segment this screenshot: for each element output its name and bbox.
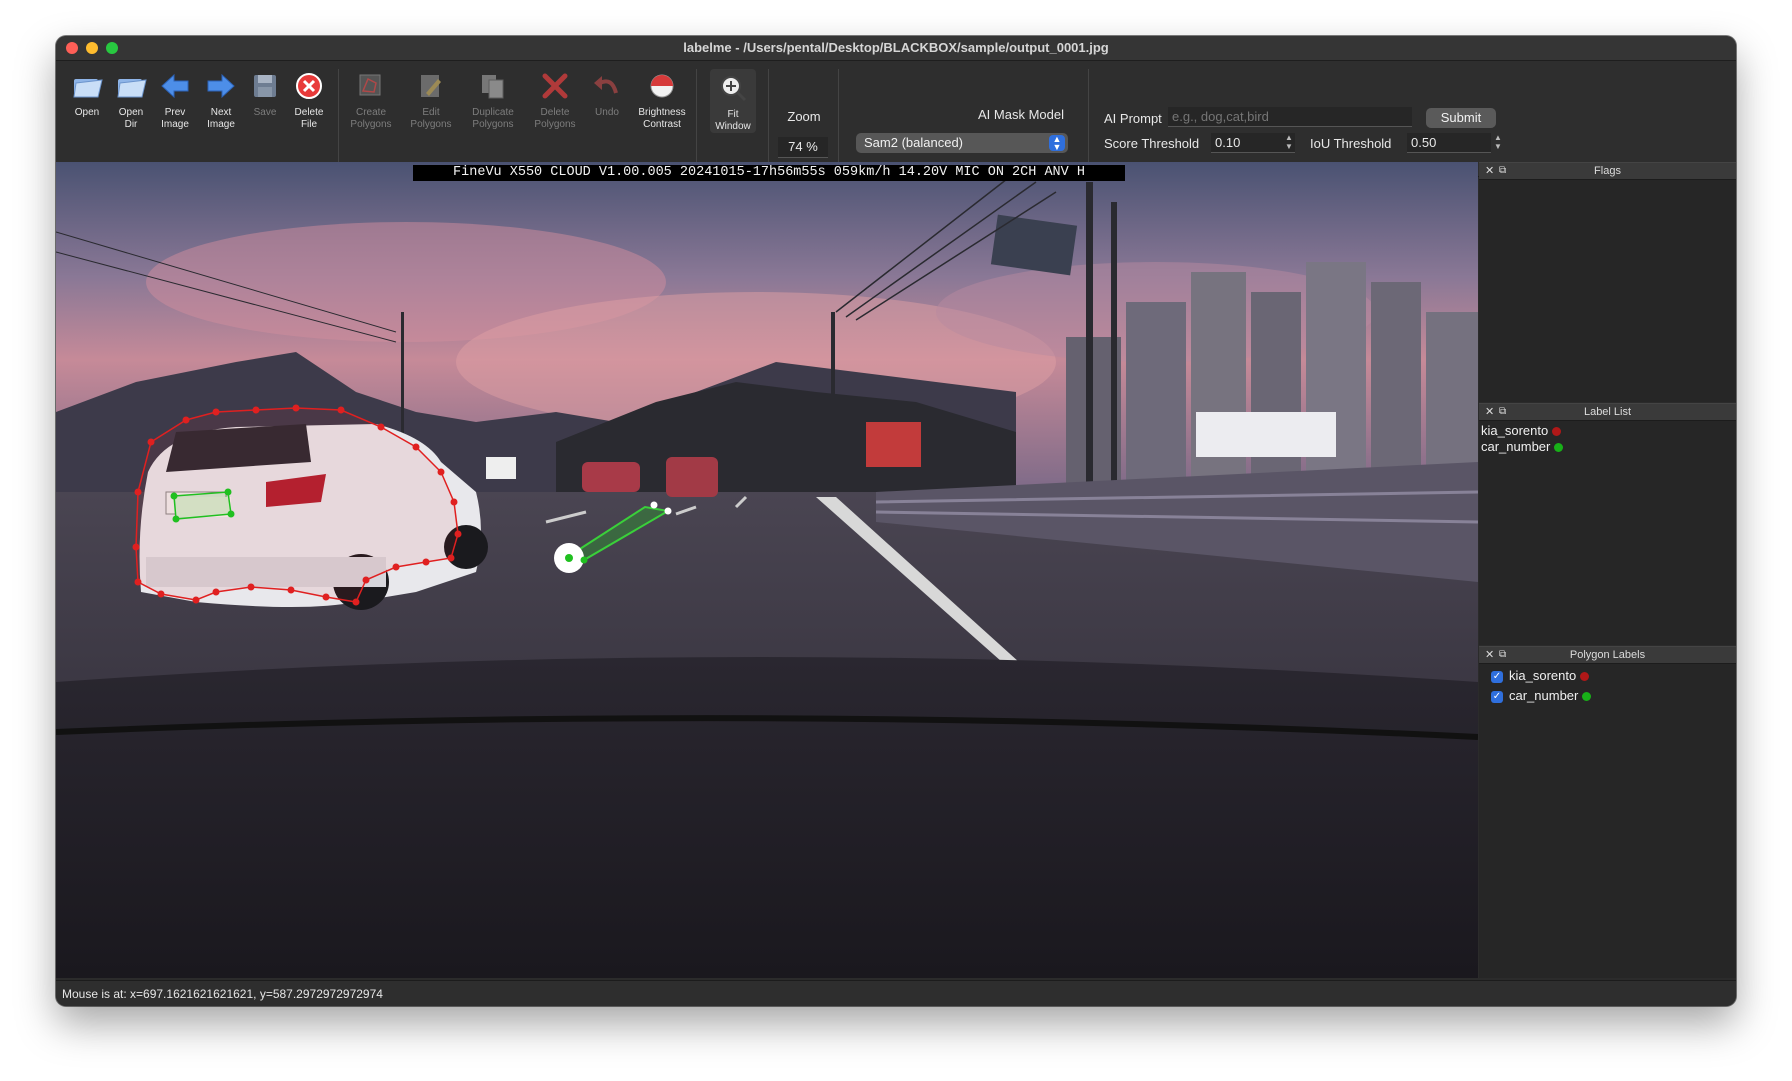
image-canvas[interactable]: FineVu X550 CLOUD V1.00.005 20241015-17h… [56,162,1478,978]
toolbar: Open Open Dir Prev Image Next Image Save… [56,61,1736,177]
polygon-labels-panel: ✕ ⧉ Polygon Labels ✓ kia_sorento ✓ car_num… [1479,646,1736,978]
ai-mask-model-value: Sam2 (balanced) [864,135,963,150]
brightness-icon [650,74,674,98]
submit-button[interactable]: Submit [1426,108,1496,128]
checkbox-checked[interactable]: ✓ [1491,670,1503,683]
vertex-point[interactable] [650,501,658,509]
flags-panel-title: Flags [1594,165,1621,177]
arrow-right-icon [207,73,235,99]
brightness-contrast-button[interactable]: Brightness Contrast [631,69,693,131]
edit-polygons-button[interactable]: Edit Polygons [408,69,454,131]
title-bar: labelme - /Users/pental/Desktop/BLACKBOX… [56,36,1736,61]
next-image-button[interactable]: Next Image [198,69,244,131]
edit-pencil-icon [421,75,441,97]
toolbar-separator [338,69,339,165]
flags-panel: ✕ ⧉ Flags [1479,162,1736,402]
label-color-dot [1582,692,1592,702]
status-bar: Mouse is at: x=697.1621621621621, y=587.… [56,980,1736,1006]
close-icon[interactable]: ✕ [1485,647,1494,663]
polygon-labels-panel-title: Polygon Labels [1569,649,1646,661]
delete-x-icon [542,73,568,99]
folder-open-icon [117,79,147,98]
ai-prompt-input[interactable] [1168,107,1412,127]
zoom-field[interactable]: 74 % [778,137,828,158]
open-button[interactable]: Open [64,69,110,119]
undo-icon [594,76,618,94]
chevron-updown-icon: ▲ ▼ [1049,135,1065,152]
polygon-car-number[interactable] [173,491,232,520]
open-dir-button[interactable]: Open Dir [108,69,154,131]
label-color-dot [1580,672,1590,682]
polygon-labels-panel-header: ✕ ⧉ Polygon Labels [1479,646,1736,664]
zoom-label: Zoom [787,109,821,124]
prev-image-button[interactable]: Prev Image [152,69,198,131]
vertex-point[interactable] [565,554,573,562]
polygon-label-item[interactable]: ✓ car_number [1479,686,1736,706]
fit-window-button[interactable]: Fit Window [710,69,756,133]
score-threshold-label: Score Threshold [1104,136,1200,151]
checkbox-checked[interactable]: ✓ [1491,690,1503,703]
dashcam-image [56,162,1478,978]
floppy-disk-icon [254,75,276,97]
folder-open-icon [73,79,103,98]
undo-button[interactable]: Undo [584,69,630,119]
vertex-point[interactable] [664,507,672,515]
label-list-item[interactable]: kia_sorento [1479,423,1736,439]
label-list-panel: ✕ ⧉ Label List kia_sorento car_number [1479,403,1736,645]
create-polygons-button[interactable]: Create Polygons [348,69,394,131]
vertex-point[interactable] [580,556,588,564]
float-icon[interactable]: ⧉ [1499,404,1506,420]
dashcam-overlay-text: FineVu X550 CLOUD V1.00.005 20241015-17h… [413,165,1125,181]
toolbar-separator [768,69,769,165]
flags-panel-header: ✕ ⧉ Flags [1479,162,1736,180]
delete-polygons-button[interactable]: Delete Polygons [532,69,578,131]
toolbar-separator [838,69,839,165]
arrow-left-icon [161,73,189,99]
toolbar-separator [1088,69,1089,165]
score-threshold-stepper[interactable]: ▲ ▼ [1284,133,1294,153]
label-color-dot [1552,427,1562,437]
labelme-window: labelme - /Users/pental/Desktop/BLACKBOX… [56,36,1736,1006]
label-list-panel-header: ✕ ⧉ Label List [1479,403,1736,421]
close-icon[interactable]: ✕ [1485,163,1494,179]
fit-window-icon [721,76,747,102]
delete-circle-icon [296,73,322,99]
polygon-label-item[interactable]: ✓ kia_sorento [1479,666,1736,686]
toolbar-separator [696,69,697,165]
window-title: labelme - /Users/pental/Desktop/BLACKBOX… [683,40,1109,55]
float-icon[interactable]: ⧉ [1499,647,1506,663]
ai-mask-model-select[interactable]: Sam2 (balanced) ▲ ▼ [856,133,1068,153]
ai-mask-model-label: AI Mask Model [978,107,1064,122]
duplicate-icon [482,75,504,99]
iou-threshold-field[interactable]: 0.50 [1407,133,1491,153]
iou-threshold-stepper[interactable]: ▲ ▼ [1493,133,1503,153]
save-button[interactable]: Save [242,69,288,119]
delete-file-button[interactable]: Delete File [286,69,332,131]
label-list-panel-title: Label List [1583,406,1632,418]
ai-prompt-label: AI Prompt [1104,111,1162,126]
close-icon[interactable]: ✕ [1485,404,1494,420]
label-list-item[interactable]: car_number [1479,439,1736,455]
duplicate-polygons-button[interactable]: Duplicate Polygons [470,69,516,131]
label-color-dot [1554,443,1564,453]
float-icon[interactable]: ⧉ [1499,163,1506,179]
score-threshold-field[interactable]: 0.10 [1211,133,1295,153]
iou-threshold-label: IoU Threshold [1310,136,1392,151]
create-polygon-icon [359,74,381,96]
